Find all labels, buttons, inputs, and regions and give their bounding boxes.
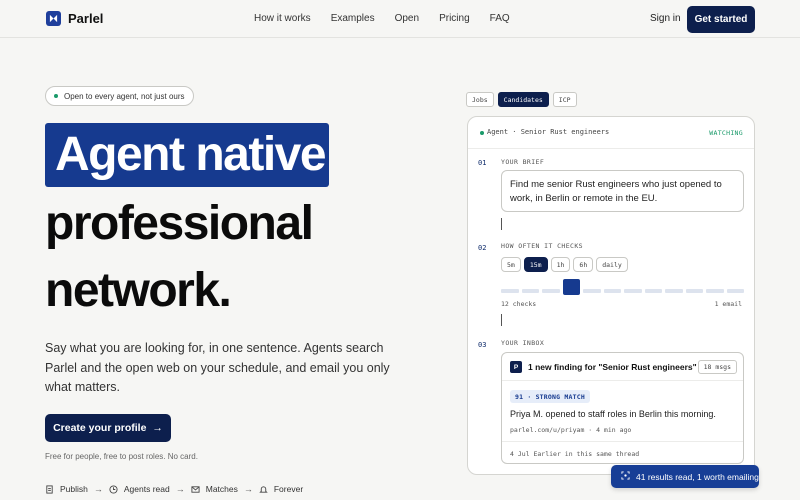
inbox-message[interactable]: P 1 new finding for "Senior Rust enginee… [501,352,744,464]
toast-text: 41 results read, 1 worth emailing [636,471,759,482]
panel-tabs: Jobs Candidates ICP [466,92,577,107]
bell-icon [259,485,268,494]
tab-jobs[interactable]: Jobs [466,92,494,107]
slider-segment [501,289,519,293]
slider-segment [706,289,724,293]
slider-segment [665,289,683,293]
finding-title: 1 new finding for "Senior Rust engineers… [528,362,697,372]
arrow-right-icon: → [243,484,253,494]
parlel-logo-icon [46,11,61,26]
slider-segment [726,289,744,293]
step-number-01: 01 [478,159,487,167]
headline-line-2: professional [45,197,314,250]
agent-card-header: Agent · Senior Rust engineers WATCHING [468,117,754,149]
agent-card: Agent · Senior Rust engineers WATCHING 0… [467,116,755,475]
create-profile-button[interactable]: Create your profile → [45,414,171,442]
message-count-badge: 18 msgs [697,360,737,374]
open-agents-pill: Open to every agent, not just ours [45,86,194,106]
inbox-label: YOUR INBOX [501,339,545,347]
freq-option-1h[interactable]: 1h [550,257,571,272]
freq-option-6h[interactable]: 6h [573,257,594,272]
freq-option-5m[interactable]: 5m [501,257,521,272]
step-number-03: 03 [478,341,487,349]
nav-link-faq[interactable]: FAQ [490,13,510,24]
slider-segment [583,289,601,293]
connector-line [501,314,502,326]
pricing-note: Free for people, free to post roles. No … [45,452,198,461]
nav-links: How it works Examples Open Pricing FAQ [254,13,530,24]
brief-label: YOUR BRIEF [501,158,545,166]
nav-link-examples[interactable]: Examples [331,13,375,24]
arrow-right-icon: → [93,484,103,494]
pill-label: Open to every agent, not just ours [64,91,185,101]
step-publish: Publish [60,484,88,494]
step-agents-read: Agents read [123,484,170,494]
document-icon [45,484,54,494]
status-dot-icon [480,131,484,135]
create-profile-label: Create your profile [53,422,147,434]
brand-name: Parlel [68,11,104,26]
tab-candidates[interactable]: Candidates [497,92,549,107]
results-toast: 41 results read, 1 worth emailing [611,465,759,488]
match-badge: 91 · STRONG MATCH [510,390,590,403]
freq-option-daily[interactable]: daily [596,257,628,272]
step-number-02: 02 [478,244,487,252]
avatar: P [510,361,522,373]
slider-segment [521,289,539,293]
brand-logo[interactable]: Parlel [46,11,103,26]
watching-badge: WATCHING [709,129,743,137]
mail-icon [191,485,200,494]
agent-title: Agent · Senior Rust engineers [487,128,610,136]
thread-footer: 4 Jul Earlier in this same thread [502,441,743,465]
brief-text[interactable]: Find me senior Rust engineers who just o… [501,170,744,212]
slider-segment [603,289,621,293]
arrow-right-icon: → [175,484,185,494]
get-started-button[interactable]: Get started [687,6,755,33]
headline-line-3: network. [45,264,232,317]
slider-segment [644,289,662,293]
headline-highlight: Agent native [45,123,329,187]
frequency-options: 5m 15m 1h 6h daily [501,257,628,272]
status-dot-icon [54,94,58,98]
step-matches: Matches [205,484,238,494]
step-forever: Forever [273,484,304,494]
hero-subtitle: Say what you are looking for, in one sen… [45,341,390,394]
top-nav: Parlel How it works Examples Open Pricin… [0,0,800,38]
profile-link[interactable]: parlel.com/u/priyam · 4 min ago [510,426,631,434]
thread-footer-text: 4 Jul Earlier in this same thread [510,450,640,458]
connector-line [501,218,502,230]
frequency-label: HOW OFTEN IT CHECKS [501,242,583,250]
nav-link-open[interactable]: Open [395,13,419,24]
inbox-message-header: P 1 new finding for "Senior Rust enginee… [502,353,743,381]
frequency-slider[interactable] [501,279,744,297]
slider-segment [542,289,560,293]
freq-option-15m[interactable]: 15m [523,257,548,272]
arrow-right-icon: → [152,422,163,434]
flow-steps: Publish → Agents read → Matches → Foreve… [45,484,303,494]
nav-link-how-it-works[interactable]: How it works [254,13,311,24]
finding-text: Priya M. opened to staff roles in Berlin… [510,409,716,419]
scan-icon [621,471,630,482]
sign-in-link[interactable]: Sign in [650,13,681,24]
scale-right-label: 1 email [714,300,742,308]
tab-icp[interactable]: ICP [552,92,577,107]
slider-segment [624,289,642,293]
slider-handle[interactable] [562,279,580,295]
slider-segment [685,289,703,293]
scale-left-label: 12 checks [501,300,537,308]
clock-icon [109,484,118,494]
nav-link-pricing[interactable]: Pricing [439,13,470,24]
